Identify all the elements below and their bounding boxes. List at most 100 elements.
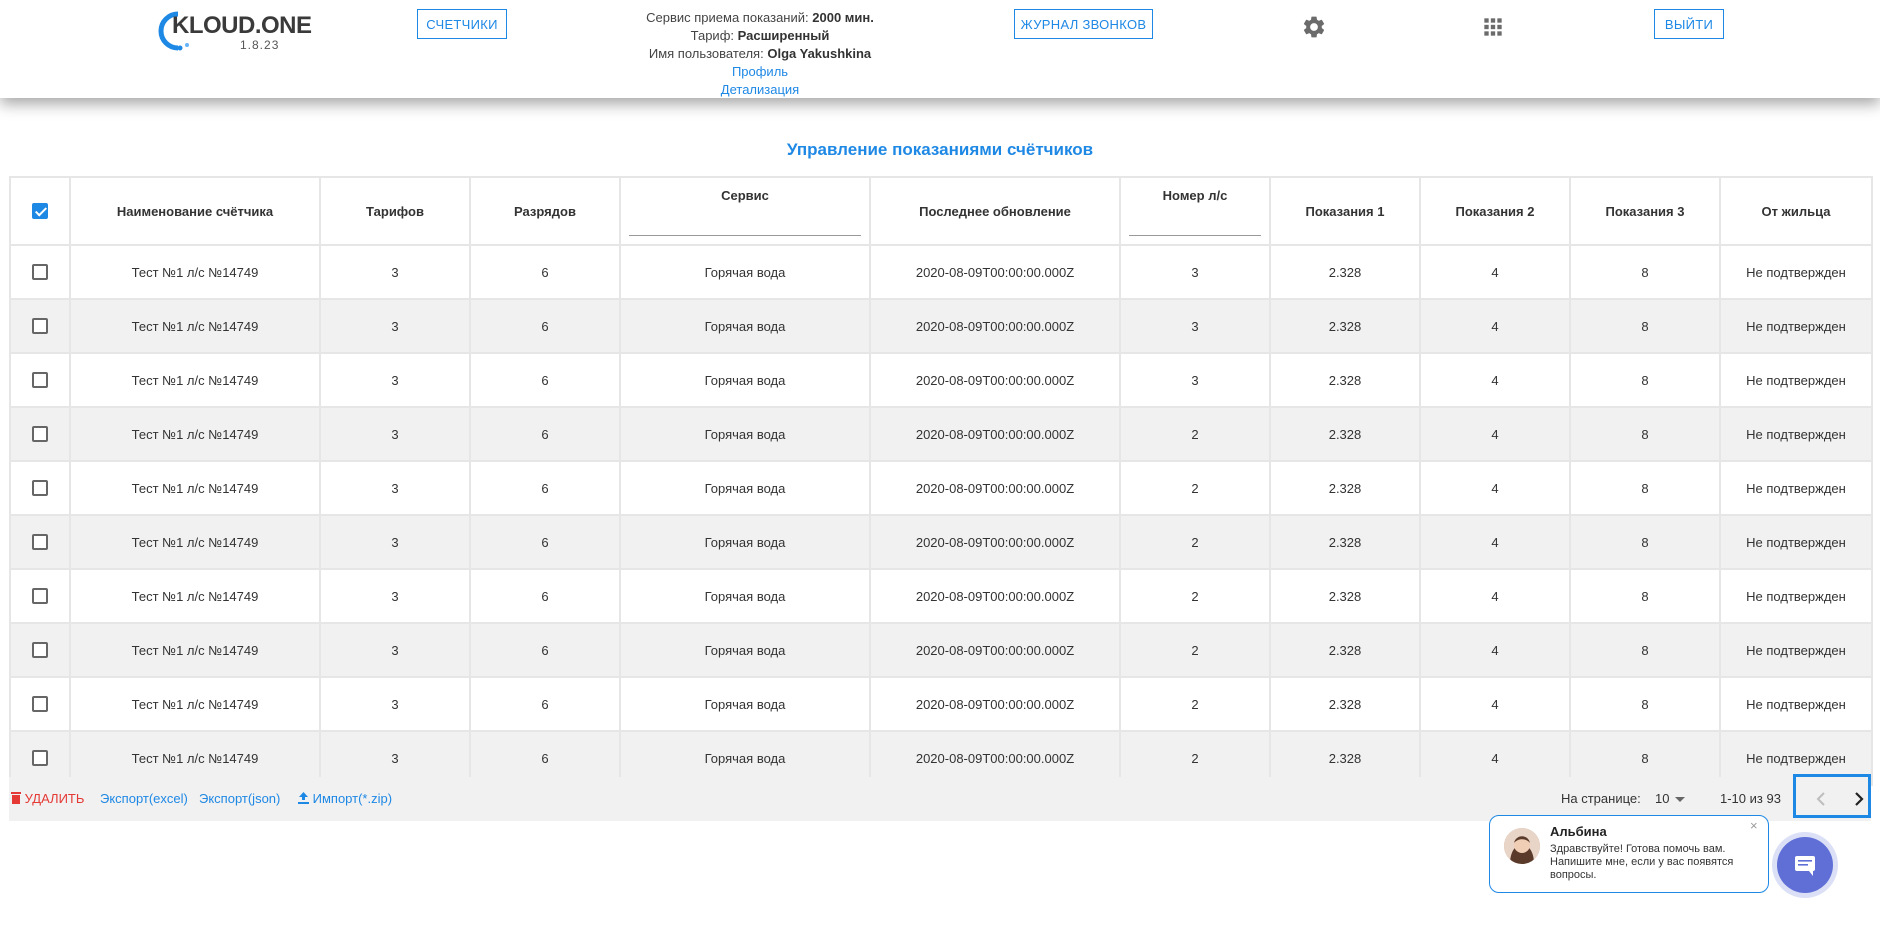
table-row[interactable]: Тест №1 л/с №14749 3 6 Горячая вода 2020-08-… (9, 298, 1873, 354)
row-select-cell[interactable] (9, 352, 71, 408)
row-select-cell[interactable] (9, 298, 71, 354)
table-cell: 8 (1569, 406, 1721, 462)
table-cell: 4 (1419, 352, 1571, 408)
table-cell: 3 (319, 298, 471, 354)
column-header[interactable]: Показания 1 (1269, 176, 1421, 246)
export-json-link[interactable]: Экспорт(json) (199, 791, 280, 807)
apps-grid-icon[interactable] (1480, 14, 1506, 40)
table-cell: 4 (1419, 244, 1571, 300)
row-checkbox[interactable] (32, 534, 48, 551)
row-select-cell[interactable] (9, 244, 71, 300)
table-cell: 2.328 (1269, 352, 1421, 408)
table-cell: 4 (1419, 568, 1571, 624)
table-row[interactable]: Тест №1 л/с №14749 3 6 Горячая вода 2020-08-… (9, 514, 1873, 570)
table-cell: 4 (1419, 514, 1571, 570)
delete-button[interactable]: УДАЛИТЬ (11, 791, 84, 807)
table-cell: 3 (1119, 244, 1271, 300)
row-checkbox[interactable] (32, 642, 48, 659)
row-checkbox[interactable] (32, 588, 48, 605)
export-excel-link[interactable]: Экспорт(excel) (100, 791, 188, 807)
table-row[interactable]: Тест №1 л/с №14749 3 6 Горячая вода 2020-08-… (9, 406, 1873, 462)
column-header[interactable]: От жильца (1719, 176, 1873, 246)
table-cell: 3 (319, 568, 471, 624)
table-cell: Тест №1 л/с №14749 (69, 514, 321, 570)
page-title: Управление показаниями счётчиков (786, 140, 1094, 159)
chat-bubble[interactable]: Альбина Здравствуйте! Готова помочь вам.… (1489, 815, 1769, 893)
table-cell: 8 (1569, 244, 1721, 300)
table-cell: 3 (319, 244, 471, 300)
table-cell: Горячая вода (619, 676, 871, 732)
table-cell: 3 (319, 676, 471, 732)
app-version: 1.8.23 (240, 38, 280, 52)
row-checkbox[interactable] (32, 318, 48, 335)
row-select-cell[interactable] (9, 568, 71, 624)
row-checkbox[interactable] (32, 426, 48, 443)
table-cell: 8 (1569, 352, 1721, 408)
detail-link[interactable]: Детализация (600, 81, 920, 99)
table-row[interactable]: Тест №1 л/с №14749 3 6 Горячая вода 2020-08-… (9, 622, 1873, 678)
gear-icon[interactable] (1301, 14, 1327, 40)
table-cell: Не подтвержден (1719, 676, 1873, 732)
row-select-cell[interactable] (9, 676, 71, 732)
filter-input[interactable] (1129, 235, 1261, 236)
select-all-checkbox[interactable] (32, 203, 48, 220)
table-cell: 2.328 (1269, 622, 1421, 678)
top-header: KLOUD.ONE 1.8.23 СЧЕТЧИКИ Сервис приема … (0, 0, 1880, 98)
column-header-filter[interactable]: Сервис (619, 176, 871, 246)
upload-icon (298, 792, 309, 804)
column-header-filter[interactable]: Номер л/с (1119, 176, 1271, 246)
row-checkbox[interactable] (32, 264, 48, 281)
column-header[interactable]: Разрядов (469, 176, 621, 246)
row-checkbox[interactable] (32, 750, 48, 767)
row-select-cell[interactable] (9, 406, 71, 462)
chat-close-icon[interactable]: × (1750, 818, 1758, 833)
row-checkbox[interactable] (32, 480, 48, 497)
row-select-cell[interactable] (9, 514, 71, 570)
column-header[interactable]: Показания 2 (1419, 176, 1571, 246)
table-cell: 4 (1419, 406, 1571, 462)
call-log-button[interactable]: ЖУРНАЛ ЗВОНКОВ (1014, 9, 1153, 39)
table-cell: 6 (469, 676, 621, 732)
table-cell: 2020-08-09T00:00:00.000Z (869, 622, 1121, 678)
logo-text: KLOUD.ONE (172, 12, 312, 39)
table-cell: 6 (469, 298, 621, 354)
table-cell: Не подтвержден (1719, 244, 1873, 300)
table-cell: 3 (319, 406, 471, 462)
profile-link[interactable]: Профиль (600, 63, 920, 81)
table-cell: 8 (1569, 514, 1721, 570)
table-cell: 3 (319, 460, 471, 516)
column-header[interactable]: Тарифов (319, 176, 471, 246)
table-cell: 6 (469, 244, 621, 300)
user-label: Имя пользователя: (648, 46, 764, 61)
per-page-select[interactable]: 10 (1655, 791, 1685, 806)
table-cell: Не подтвержден (1719, 622, 1873, 678)
column-header[interactable]: Последнее обновление (869, 176, 1121, 246)
table-cell: 3 (319, 622, 471, 678)
row-select-cell[interactable] (9, 622, 71, 678)
filter-input[interactable] (629, 235, 861, 236)
table-row[interactable]: Тест №1 л/с №14749 3 6 Горячая вода 2020-08-… (9, 244, 1873, 300)
table-cell: 2020-08-09T00:00:00.000Z (869, 352, 1121, 408)
chat-open-button[interactable] (1777, 837, 1833, 893)
tariff-label: Тариф: (690, 28, 734, 43)
table-row[interactable]: Тест №1 л/с №14749 3 6 Горячая вода 2020-08-… (9, 460, 1873, 516)
tariff-value: Расширенный (737, 28, 830, 43)
column-header-label: Сервис (721, 188, 769, 203)
table-cell: Тест №1 л/с №14749 (69, 460, 321, 516)
counters-button[interactable]: СЧЕТЧИКИ (417, 9, 507, 39)
import-zip-link[interactable]: Импорт(*.zip) (298, 791, 392, 807)
table-row[interactable]: Тест №1 л/с №14749 3 6 Горячая вода 2020-08-… (9, 568, 1873, 624)
chat-message: Здравствуйте! Готова помочь вам. Напишит… (1550, 843, 1734, 881)
table-cell: 2.328 (1269, 676, 1421, 732)
logout-button[interactable]: ВЫЙТИ (1654, 9, 1724, 39)
table-row[interactable]: Тест №1 л/с №14749 3 6 Горячая вода 2020-08-… (9, 676, 1873, 732)
column-header[interactable]: Наименование счётчика (69, 176, 321, 246)
table-row[interactable]: Тест №1 л/с №14749 3 6 Горячая вода 2020-08-… (9, 352, 1873, 408)
service-label: Сервис приема показаний: (646, 10, 809, 25)
row-checkbox[interactable] (32, 696, 48, 713)
row-select-cell[interactable] (9, 460, 71, 516)
select-all-cell[interactable] (9, 176, 71, 246)
column-header[interactable]: Показания 3 (1569, 176, 1721, 246)
row-checkbox[interactable] (32, 372, 48, 389)
table-cell: 2020-08-09T00:00:00.000Z (869, 406, 1121, 462)
